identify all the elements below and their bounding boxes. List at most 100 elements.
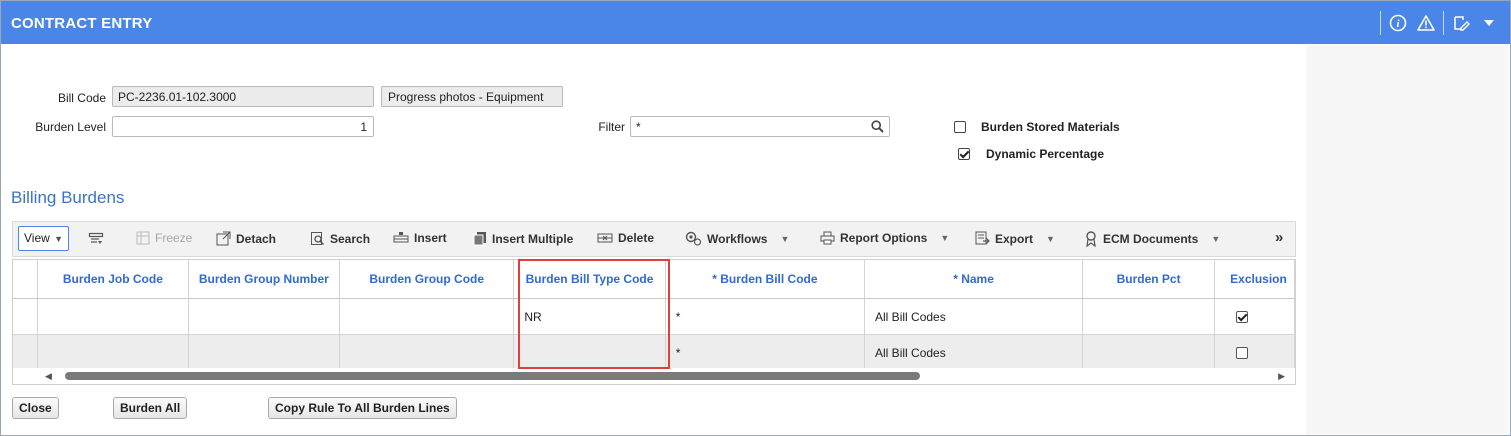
grid-header-row: Burden Job Code Burden Group Number Burd…	[13, 260, 1295, 299]
scroll-right-icon[interactable]: ▶	[1278, 371, 1285, 382]
burden-pct-cell[interactable]	[1082, 334, 1216, 371]
dynamic-percentage-checkbox[interactable]	[958, 148, 970, 160]
filter-value: *	[636, 120, 641, 134]
report-options-label: Report Options	[840, 231, 928, 245]
row-selector[interactable]	[13, 298, 39, 335]
workflows-button[interactable]: Workflows ▼	[685, 231, 789, 246]
name-cell[interactable]: All Bill Codes	[864, 334, 1084, 371]
view-select-label: View	[24, 231, 50, 245]
export-button[interactable]: Export ▼	[975, 231, 1055, 246]
insert-label: Insert	[414, 231, 447, 245]
layout-icon[interactable]	[88, 231, 104, 247]
bill-code-description: Progress photos - Equipment	[381, 86, 563, 107]
empty-area	[1306, 45, 1509, 434]
table-row[interactable]: NR * All Bill Codes	[13, 298, 1295, 335]
exclusion-cell[interactable]	[1214, 298, 1295, 335]
search-icon[interactable]	[871, 120, 884, 133]
column-header[interactable]: Burden Job Code	[37, 260, 189, 299]
burden-pct-cell[interactable]	[1082, 298, 1216, 335]
exclusion-cell[interactable]	[1214, 334, 1295, 371]
bill-code-field[interactable]: PC-2236.01-102.3000	[112, 86, 374, 107]
burden-job-code-cell[interactable]	[37, 298, 189, 335]
burden-group-code-cell[interactable]	[339, 334, 515, 371]
delete-label: Delete	[618, 231, 655, 245]
info-icon[interactable]: i	[1387, 12, 1409, 34]
report-options-button[interactable]: Report Options ▼	[820, 231, 949, 245]
dynamic-percentage-label: Dynamic Percentage	[986, 147, 1105, 161]
filter-input[interactable]: *	[630, 116, 890, 137]
name-cell[interactable]: All Bill Codes	[864, 298, 1084, 335]
workflows-label: Workflows	[707, 231, 768, 246]
column-header[interactable]: Burden Group Code	[339, 260, 515, 299]
chevron-down-icon: ▼	[54, 234, 63, 244]
close-button[interactable]: Close	[12, 397, 59, 419]
burden-stored-materials-checkbox[interactable]	[954, 121, 966, 133]
export-label: Export	[995, 231, 1034, 246]
burden-group-code-cell[interactable]	[339, 298, 515, 335]
insert-icon	[393, 232, 409, 243]
printer-icon	[820, 231, 835, 245]
copy-rule-button[interactable]: Copy Rule To All Burden Lines	[268, 397, 457, 419]
billing-burdens-grid: Burden Job Code Burden Group Number Burd…	[12, 259, 1296, 385]
freeze-button[interactable]: Freeze	[136, 231, 192, 245]
detach-label: Detach	[236, 231, 277, 246]
detach-button[interactable]: Detach	[216, 231, 276, 246]
more-options-button[interactable]: »	[1275, 229, 1283, 246]
scrollbar-thumb[interactable]	[65, 372, 920, 380]
chevron-down-icon: ▼	[1046, 233, 1055, 244]
table-row[interactable]: * All Bill Codes	[13, 334, 1295, 371]
burden-level-field[interactable]: 1	[112, 116, 374, 137]
column-header[interactable]: Exclusion	[1214, 260, 1295, 299]
column-header[interactable]: * Burden Bill Code	[665, 260, 866, 299]
insert-multiple-label: Insert Multiple	[492, 231, 574, 246]
search-label: Search	[330, 231, 371, 246]
chevron-down-icon: ▼	[780, 233, 790, 244]
column-header[interactable]: Burden Pct	[1082, 260, 1216, 299]
horizontal-scrollbar[interactable]: ◀ ▶	[13, 368, 1295, 384]
row-selector[interactable]	[13, 334, 39, 371]
chevron-down-icon: ▼	[940, 233, 950, 243]
svg-text:i: i	[1396, 18, 1400, 30]
exclusion-checkbox[interactable]	[1236, 347, 1249, 360]
menu-caret-icon[interactable]	[1478, 12, 1500, 34]
ecm-documents-button[interactable]: ECM Documents ▼	[1084, 231, 1220, 247]
bill-code-label: Bill Code	[57, 91, 106, 105]
title-bar: CONTRACT ENTRY i	[1, 1, 1510, 44]
warning-icon[interactable]	[1415, 12, 1437, 34]
search-icon	[311, 232, 325, 246]
grid-toolbar: View ▼ Freeze Detach Search Insert Inser…	[12, 221, 1296, 257]
burden-level-label: Burden Level	[35, 120, 106, 134]
grid-table: Burden Job Code Burden Group Number Burd…	[13, 260, 1295, 371]
freeze-label: Freeze	[155, 231, 193, 245]
burden-group-number-cell[interactable]	[188, 298, 341, 335]
row-selector-header	[13, 260, 39, 299]
divider	[1443, 11, 1444, 35]
exclusion-checkbox[interactable]	[1236, 311, 1249, 324]
export-icon	[975, 231, 990, 245]
burden-bill-code-cell[interactable]: *	[665, 334, 866, 371]
burden-group-number-cell[interactable]	[188, 334, 341, 371]
insert-button[interactable]: Insert	[393, 231, 447, 245]
burden-stored-materials-label: Burden Stored Materials	[981, 120, 1120, 134]
column-header[interactable]: * Name	[864, 260, 1084, 299]
burden-all-button[interactable]: Burden All	[113, 397, 188, 419]
divider	[1380, 11, 1381, 35]
view-select[interactable]: View ▼	[18, 226, 69, 251]
ecm-documents-label: ECM Documents	[1103, 232, 1199, 246]
column-header[interactable]: Burden Group Number	[188, 260, 341, 299]
scroll-left-icon[interactable]: ◀	[45, 371, 52, 382]
insert-multiple-button[interactable]: Insert Multiple	[473, 231, 573, 246]
delete-icon	[597, 233, 613, 243]
column-header[interactable]: Burden Bill Type Code	[513, 260, 666, 299]
search-button[interactable]: Search	[310, 231, 370, 246]
ecm-icon	[1086, 231, 1096, 247]
detach-icon	[216, 231, 231, 246]
delete-button[interactable]: Delete	[597, 231, 654, 245]
burden-bill-type-code-cell[interactable]: NR	[513, 298, 666, 335]
burden-job-code-cell[interactable]	[37, 334, 189, 371]
billing-burdens-title: Billing Burdens	[11, 188, 125, 207]
edit-icon[interactable]	[1450, 12, 1472, 34]
burden-bill-code-cell[interactable]: *	[665, 298, 866, 335]
burden-bill-type-code-cell[interactable]	[513, 334, 666, 371]
chevron-down-icon: ▼	[1211, 234, 1221, 244]
